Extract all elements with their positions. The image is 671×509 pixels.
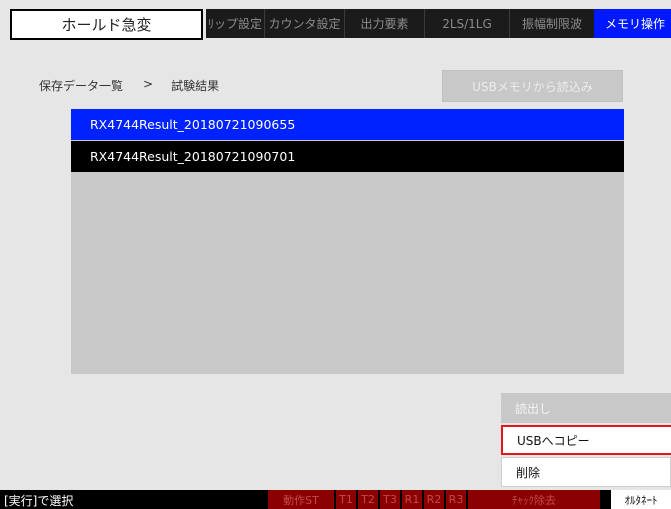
tab-counter-settings[interactable]: カウンタ設定 [265, 9, 344, 38]
read-button[interactable]: 読出し [501, 393, 671, 423]
indicator-operation-st: 動作ST [268, 490, 334, 509]
tab-label: 振幅制限波 [521, 17, 582, 31]
usb-read-button-label: USBメモリから読込み [472, 79, 593, 94]
alternate-button-label: ｵﾙﾀﾈｰﾄ [624, 493, 658, 507]
tab-output-elements[interactable]: 出力要素 [345, 9, 424, 38]
copy-to-usb-button[interactable]: USBへコピー [501, 425, 671, 455]
file-name: RX4744Result_20180721090655 [90, 117, 296, 132]
tab-label: 出力要素 [360, 17, 409, 31]
read-button-label: 読出し [515, 401, 552, 416]
file-row-selected[interactable]: RX4744Result_20180721090655 [71, 109, 624, 140]
status-message: [実行]で選択 [4, 494, 74, 508]
tab-label: カウンタ設定 [268, 17, 341, 31]
alternate-button[interactable]: ｵﾙﾀﾈｰﾄ [611, 490, 671, 509]
indicator-label: R1 [404, 493, 420, 506]
indicator-r1: R1 [402, 490, 422, 509]
usb-read-button[interactable]: USBメモリから読込み [442, 70, 623, 102]
indicator-t2: T2 [358, 490, 378, 509]
breadcrumb-current: 試験結果 [171, 79, 220, 93]
tab-label: 2LS/1LG [442, 16, 492, 31]
indicator-chuck-removal: ﾁｬｯｸ除去 [468, 490, 600, 509]
breadcrumb-parent: 保存データ一覧 [39, 79, 124, 93]
indicator-r3: R3 [446, 490, 466, 509]
indicator-t3: T3 [380, 490, 400, 509]
breadcrumb: 保存データ一覧 > 試験結果 [39, 77, 219, 95]
status-bar: [実行]で選択 動作ST T1 T2 T3 R1 R2 R3 ﾁｬｯｸ除去 ｵﾙ… [0, 490, 671, 509]
breadcrumb-separator: > [143, 77, 154, 91]
delete-button-label: 削除 [516, 465, 541, 480]
screen-title-label: ホールド急変 [61, 16, 152, 34]
tab-label: メモリ操作 [604, 17, 665, 31]
tab-clip-settings[interactable]: ﾘップ設定 [206, 9, 264, 38]
indicator-r2: R2 [424, 490, 444, 509]
file-name: RX4744Result_20180721090701 [90, 149, 296, 164]
indicator-label: ﾁｬｯｸ除去 [512, 493, 556, 507]
tab-memory-operation[interactable]: メモリ操作 [594, 9, 671, 38]
indicator-label: R3 [448, 493, 464, 506]
indicator-label: T1 [339, 493, 353, 506]
indicator-label: T2 [361, 493, 375, 506]
indicator-t1: T1 [336, 490, 356, 509]
file-row[interactable]: RX4744Result_20180721090701 [71, 141, 624, 172]
indicator-label: T3 [383, 493, 397, 506]
tab-amplitude-limit[interactable]: 振幅制限波 [510, 9, 594, 38]
screen-title: ホールド急変 [10, 9, 203, 40]
indicator-label: 動作ST [283, 493, 319, 507]
tab-bar: ﾘップ設定 カウンタ設定 出力要素 2LS/1LG 振幅制限波 メモリ操作 [206, 9, 671, 38]
delete-button[interactable]: 削除 [501, 457, 671, 487]
tab-label: ﾘップ設定 [207, 17, 262, 31]
header: ホールド急変 ﾘップ設定 カウンタ設定 出力要素 2LS/1LG 振幅制限波 メ… [0, 0, 671, 50]
tab-2ls-1lg[interactable]: 2LS/1LG [425, 9, 509, 38]
indicator-label: R2 [426, 493, 442, 506]
file-list[interactable]: RX4744Result_20180721090655 RX4744Result… [71, 109, 624, 374]
app-window: ホールド急変 ﾘップ設定 カウンタ設定 出力要素 2LS/1LG 振幅制限波 メ… [0, 0, 671, 509]
copy-to-usb-button-label: USBへコピー [517, 433, 590, 448]
